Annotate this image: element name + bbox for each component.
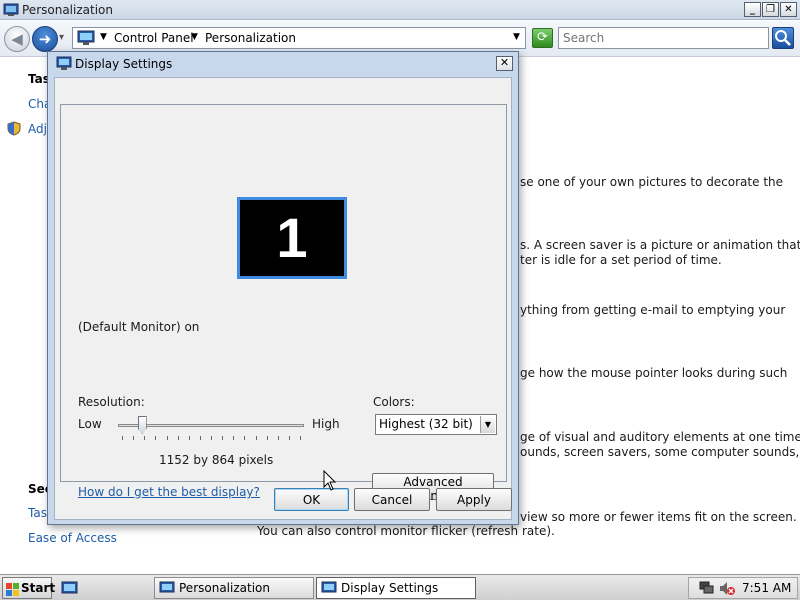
best-display-help-link[interactable]: How do I get the best display?: [78, 485, 260, 499]
show-desktop-icon[interactable]: [61, 580, 78, 595]
dialog-title: Display Settings: [75, 57, 173, 71]
display-settings-icon: [56, 56, 72, 71]
taskbar-item-label: Display Settings: [341, 581, 439, 595]
breadcrumb-control-panel[interactable]: Control Panel: [114, 31, 194, 45]
slider-tick: [144, 436, 146, 440]
resolution-high-label: High: [312, 417, 340, 431]
slider-tick: [222, 436, 224, 440]
description-text: se one of your own pictures to decorate …: [520, 175, 784, 189]
slider-tick: [133, 436, 135, 440]
slider-tick: [177, 436, 179, 440]
clock[interactable]: 7:51 AM: [742, 581, 791, 595]
cancel-button[interactable]: Cancel: [354, 488, 430, 511]
slider-tick: [288, 436, 290, 440]
control-panel-icon: [3, 2, 19, 18]
description-text: s. A screen saver is a picture or animat…: [520, 238, 800, 252]
description-text: view so more or fewer items fit on the s…: [520, 510, 797, 524]
slider-tick: [233, 436, 235, 440]
window-title: Personalization: [22, 3, 113, 17]
slider-tick: [277, 436, 279, 440]
slider-tick: [300, 436, 301, 440]
see-also-link[interactable]: Tas: [28, 506, 47, 520]
colors-label: Colors:: [373, 395, 415, 409]
breadcrumb-arrow-icon[interactable]: ▼: [100, 32, 107, 42]
control-panel-icon: [159, 581, 175, 595]
mouse-cursor-icon: [323, 469, 337, 492]
resolution-low-label: Low: [78, 417, 102, 431]
window-titlebar: Personalization _ ❐ ✕: [0, 0, 800, 20]
slider-tick: [199, 436, 201, 440]
resolution-value-text: 1152 by 864 pixels: [159, 453, 274, 467]
slider-tick: [255, 436, 257, 440]
colors-selected-value: Highest (32 bit): [379, 417, 473, 431]
start-button[interactable]: Start: [2, 577, 56, 599]
description-text: ounds, screen savers, some computer soun…: [520, 445, 800, 459]
description-text: ything from getting e-mail to emptying y…: [520, 303, 786, 317]
monitor-tab-panel: 1 (Default Monitor) on Resolution: Low H…: [60, 104, 507, 503]
description-text: ge how the mouse pointer looks during su…: [520, 366, 788, 380]
control-panel-icon: [77, 30, 95, 46]
slider-tick: [211, 436, 212, 440]
slider-tick: [166, 436, 168, 440]
resolution-label: Resolution:: [78, 395, 145, 409]
address-dropdown-icon[interactable]: ▼: [513, 32, 520, 42]
volume-muted-icon[interactable]: [719, 581, 735, 596]
description-text: ter is idle for a set period of time.: [520, 253, 722, 267]
minimize-button[interactable]: _: [744, 2, 761, 17]
slider-tick: [188, 436, 190, 440]
breadcrumb-arrow-icon[interactable]: ▼: [191, 32, 198, 42]
back-button[interactable]: ◀: [4, 26, 30, 52]
start-label: Start: [21, 581, 56, 595]
taskbar-item-display-settings[interactable]: Display Settings: [316, 577, 476, 599]
slider-tick: [122, 436, 123, 440]
close-button[interactable]: ✕: [780, 2, 797, 17]
search-icon[interactable]: [772, 27, 794, 49]
dialog-close-button[interactable]: ✕: [496, 56, 513, 71]
forward-button[interactable]: ➜: [32, 26, 58, 52]
display-settings-dialog: Display Settings ✕ 1 (Default Monitor) o…: [47, 51, 519, 525]
network-icon[interactable]: [699, 581, 715, 596]
windows-logo-icon: [6, 582, 19, 596]
ease-of-access-link[interactable]: Ease of Access: [28, 531, 117, 545]
dialog-titlebar[interactable]: Display Settings ✕: [48, 52, 518, 76]
taskbar-item-personalization[interactable]: Personalization: [154, 577, 314, 599]
refresh-button[interactable]: ⟳: [532, 28, 553, 48]
search-input[interactable]: [558, 27, 769, 49]
system-tray: 7:51 AM: [688, 577, 798, 599]
monitor-preview[interactable]: 1: [237, 197, 347, 279]
breadcrumb-personalization[interactable]: Personalization: [205, 31, 296, 45]
dialog-body: 1 (Default Monitor) on Resolution: Low H…: [54, 77, 512, 520]
recent-pages-dropdown-icon[interactable]: ▾: [59, 32, 64, 43]
address-bar[interactable]: ▼ Control Panel ▼ Personalization ▼: [72, 27, 526, 49]
taskbar: Start Personalization Display Settings 7…: [0, 574, 800, 600]
slider-tick: [244, 436, 246, 440]
resolution-slider-thumb[interactable]: [137, 416, 147, 434]
maximize-button[interactable]: ❐: [762, 2, 779, 17]
shield-icon: [7, 121, 21, 136]
taskbar-item-label: Personalization: [179, 581, 270, 595]
description-text: ge of visual and auditory elements at on…: [520, 430, 800, 444]
apply-button[interactable]: Apply: [436, 488, 512, 511]
slider-tick: [155, 436, 157, 440]
colors-dropdown[interactable]: Highest (32 bit) ▼: [375, 414, 497, 435]
slider-tick: [266, 436, 268, 440]
task-link[interactable]: Adj: [28, 122, 47, 136]
description-text: You can also control monitor flicker (re…: [257, 524, 555, 538]
monitor-name-text: (Default Monitor) on: [78, 320, 200, 334]
display-settings-icon: [321, 581, 337, 595]
ok-button[interactable]: OK: [274, 488, 349, 511]
chevron-down-icon[interactable]: ▼: [480, 416, 495, 433]
